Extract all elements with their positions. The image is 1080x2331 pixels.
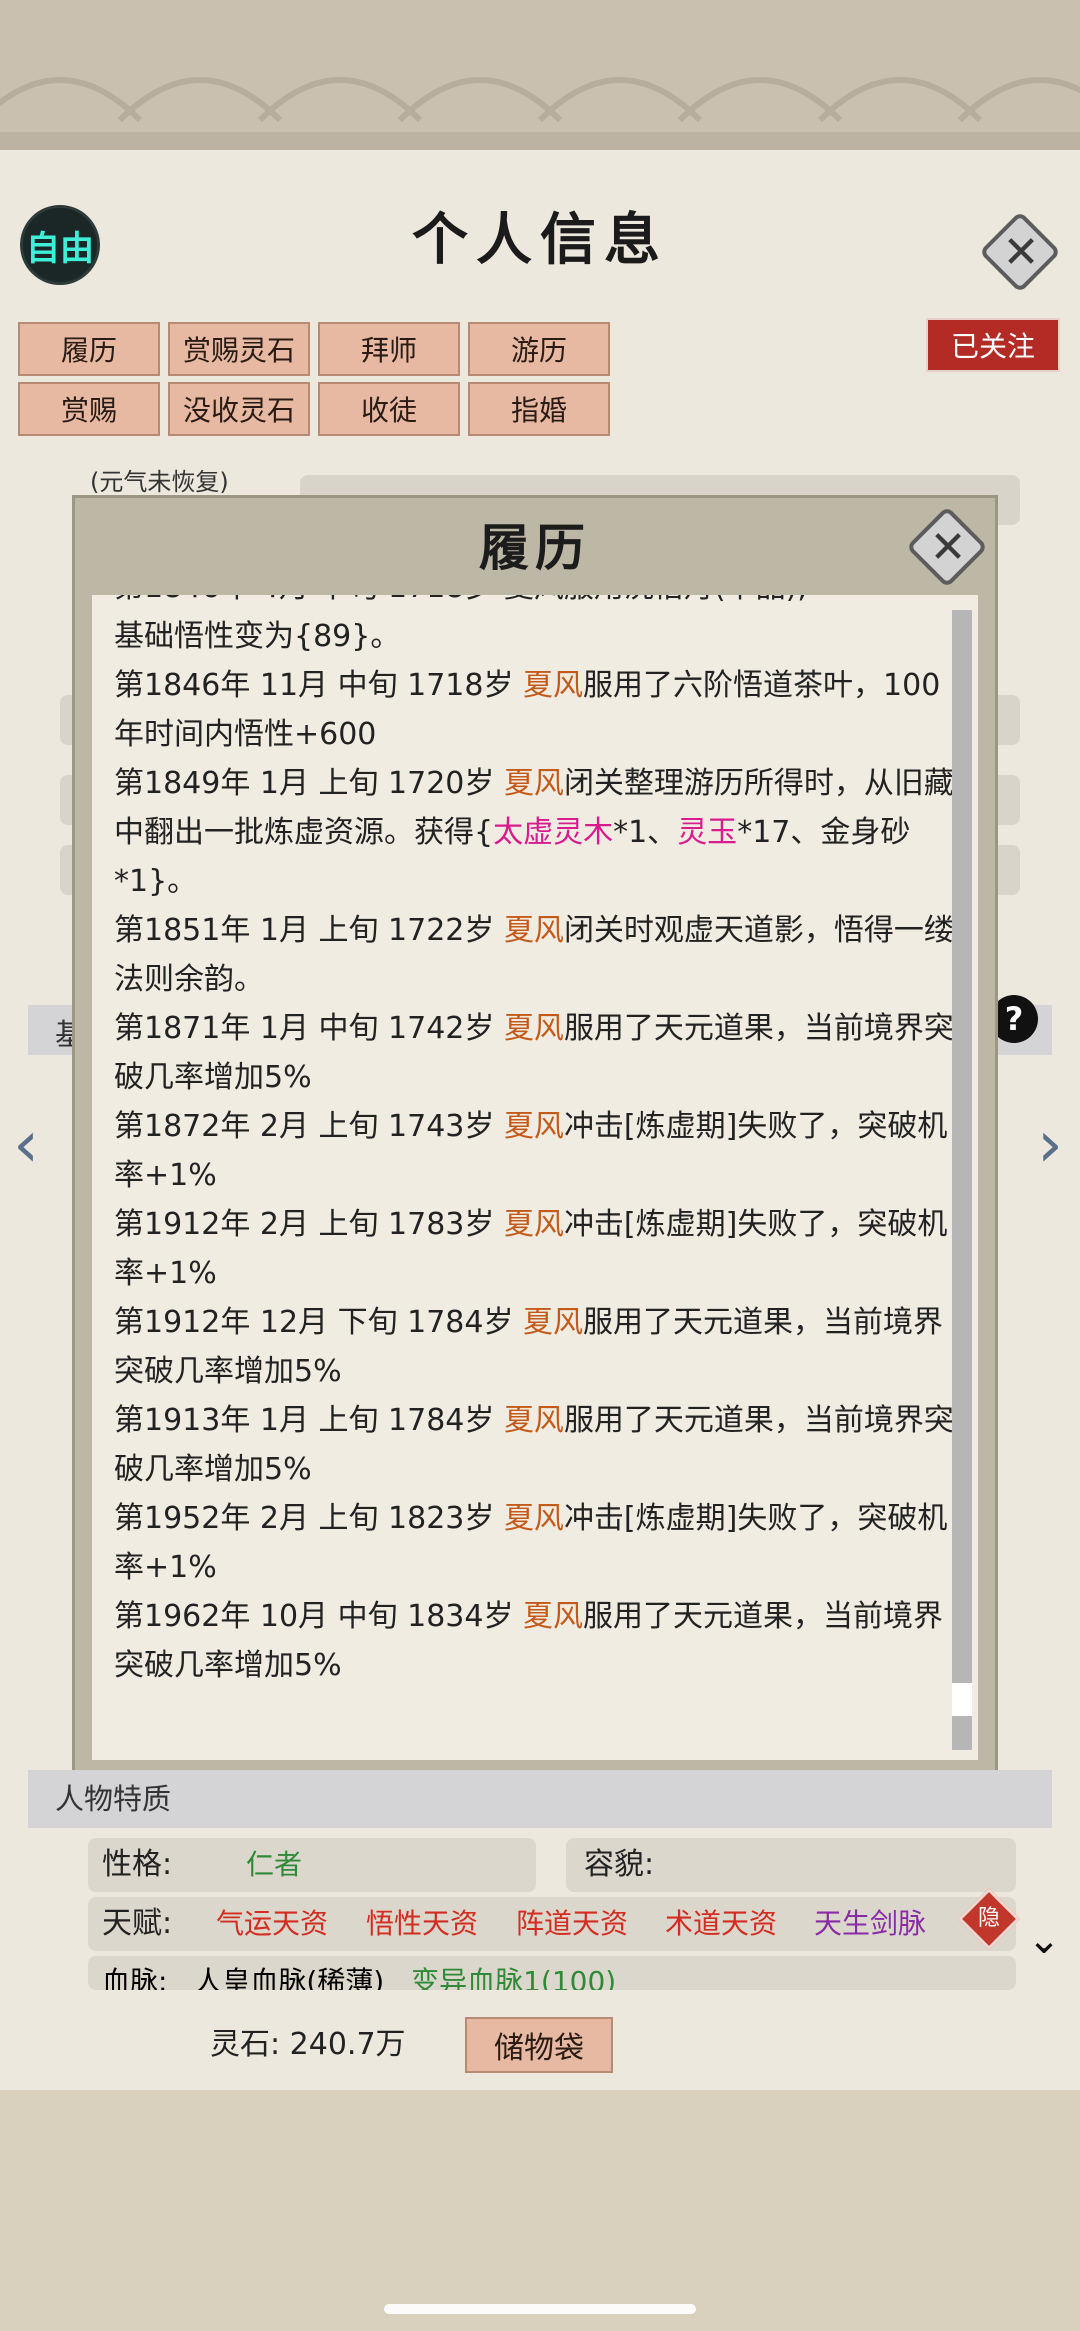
log-text: 第1912年 12月 下旬 1784岁 — [114, 1305, 524, 1340]
talent-label: 天赋: — [102, 1906, 173, 1941]
resume-log-scroll[interactable]: 第1846年 4月 下旬 1718岁 夏风服用洗悟丹(下品), 基础悟性变为{89… — [92, 595, 978, 1760]
log-entry: 第1846年 4月 下旬 1718岁 夏风服用洗悟丹(下品), — [114, 595, 954, 612]
log-entry: 第1871年 1月 中旬 1742岁 夏风服用了天元道果，当前境界突破几率增加5… — [114, 1004, 954, 1102]
log-highlight: 夏风 — [503, 1109, 564, 1144]
log-highlight: 夏风 — [523, 668, 584, 703]
page-title: 个人信息 — [412, 207, 668, 273]
talent-item[interactable]: 阵道天资 — [516, 1897, 628, 1951]
log-entry: 第1912年 12月 下旬 1784岁 夏风服用了天元道果，当前境界突破几率增加… — [114, 1298, 954, 1396]
bloodline-value: 人皇血脉(稀薄) — [194, 1965, 385, 1990]
bloodline-value-2: 变异血脉1(100) — [411, 1965, 617, 1990]
cloud-pattern-icon — [0, 77, 1080, 150]
log-text: 第1846年 11月 中旬 1718岁 — [114, 668, 524, 703]
scrollbar-track[interactable] — [952, 610, 972, 1750]
log-text: 第1912年 2月 上旬 1783岁 — [114, 1207, 504, 1242]
bloodline-label: 血脉: — [102, 1965, 168, 1990]
traits-section-title: 人物特质 — [55, 1782, 172, 1816]
tab-travel[interactable]: 游历 — [468, 322, 610, 376]
log-entry: 第1962年 10月 中旬 1834岁 夏风服用了天元道果，当前境界突破几率增加… — [114, 1592, 954, 1690]
modal-close-button[interactable]: ✕ — [905, 505, 991, 591]
appearance-label: 容貌: — [584, 1847, 655, 1882]
log-text: 第1962年 10月 中旬 1834岁 — [114, 1599, 524, 1634]
modal-title: 履历 — [479, 518, 591, 577]
log-entry: 第1872年 2月 上旬 1743岁 夏风冲击[炼虚期]失败了，突破机率+1% — [114, 1102, 954, 1200]
tab-reward[interactable]: 赏赐 — [18, 382, 160, 436]
personality-label: 性格: — [102, 1847, 173, 1882]
bloodline-row: 血脉: 人皇血脉(稀薄) 变异血脉1(100) — [102, 1962, 1002, 1990]
log-text: 第1851年 1月 上旬 1722岁 — [114, 913, 504, 948]
tab-resume[interactable]: 履历 — [18, 322, 160, 376]
talent-item[interactable]: 术道天资 — [665, 1897, 777, 1951]
log-highlight: 夏风 — [523, 1305, 584, 1340]
tab-reward-stones[interactable]: 赏赐灵石 — [168, 322, 310, 376]
log-highlight: 夏风 — [503, 1501, 564, 1536]
log-text: 第1871年 1月 中旬 1742岁 — [114, 1011, 504, 1046]
top-cloud-band — [0, 0, 1080, 150]
personality-value: 仁者 — [246, 1848, 303, 1881]
traits-section-bar — [28, 1770, 1052, 1828]
tab-take-disciple[interactable]: 收徒 — [318, 382, 460, 436]
close-button[interactable]: ✕ — [978, 210, 1064, 296]
log-highlight: 夏风 — [503, 766, 564, 801]
log-entry: 第1851年 1月 上旬 1722岁 夏风闭关时观虚天道影，悟得一缕法则余韵。 — [114, 906, 954, 1004]
spirit-stone-count: 灵石: 240.7万 — [210, 2027, 406, 2062]
status-note: (元气未恢复) — [90, 468, 229, 496]
log-entry: 基础悟性变为{89}。 — [114, 612, 954, 661]
follow-button[interactable]: 已关注 — [926, 318, 1060, 372]
log-entry: 第1846年 11月 中旬 1718岁 夏风服用了六阶悟道茶叶，100年时间内悟… — [114, 661, 954, 759]
tab-confiscate-stones[interactable]: 没收灵石 — [168, 382, 310, 436]
log-entry: 第1849年 1月 上旬 1720岁 夏风闭关整理游历所得时，从旧藏中翻出一批炼… — [114, 759, 954, 906]
storage-bag-button[interactable]: 储物袋 — [465, 2017, 613, 2073]
log-highlight: 太虚灵木 — [493, 815, 614, 850]
prev-arrow-icon[interactable]: ‹ — [6, 1105, 46, 1185]
log-text: 第1846年 4月 下旬 1718岁 夏风服用洗悟丹(下品), — [114, 595, 807, 605]
resume-log: 第1846年 4月 下旬 1718岁 夏风服用洗悟丹(下品), 基础悟性变为{89… — [114, 595, 954, 1690]
log-text: 第1849年 1月 上旬 1720岁 — [114, 766, 504, 801]
scrollbar-thumb[interactable] — [952, 1683, 972, 1716]
log-highlight: 夏风 — [503, 1011, 564, 1046]
log-text: 基础悟性变为{89}。 — [114, 619, 401, 654]
free-mode-badge[interactable]: 自由 — [20, 205, 100, 285]
bottom-band — [0, 2090, 1080, 2331]
talent-item[interactable]: 天生剑脉 — [814, 1897, 926, 1951]
talent-item[interactable]: 悟性天资 — [366, 1897, 478, 1951]
log-entry: 第1952年 2月 上旬 1823岁 夏风冲击[炼虚期]失败了，突破机率+1% — [114, 1494, 954, 1592]
log-entry: 第1912年 2月 上旬 1783岁 夏风冲击[炼虚期]失败了，突破机率+1% — [114, 1200, 954, 1298]
hide-badge-label: 隐 — [977, 1906, 1000, 1931]
log-highlight: 夏风 — [503, 1403, 564, 1438]
talent-item[interactable]: 气运天资 — [216, 1897, 328, 1951]
tab-arrange-marriage[interactable]: 指婚 — [468, 382, 610, 436]
chevron-down-icon[interactable]: ⌄ — [1016, 1920, 1072, 1960]
log-highlight: 夏风 — [523, 1599, 584, 1634]
log-text: *1、 — [613, 815, 678, 850]
log-highlight: 夏风 — [503, 913, 564, 948]
log-highlight: 灵玉 — [677, 815, 738, 850]
home-indicator[interactable] — [384, 2304, 696, 2314]
log-text: 第1913年 1月 上旬 1784岁 — [114, 1403, 504, 1438]
log-highlight: 夏风 — [503, 1207, 564, 1242]
tab-apprentice[interactable]: 拜师 — [318, 322, 460, 376]
log-text: 第1872年 2月 上旬 1743岁 — [114, 1109, 504, 1144]
log-entry: 第1913年 1月 上旬 1784岁 夏风服用了天元道果，当前境界突破几率增加5… — [114, 1396, 954, 1494]
log-text: 第1952年 2月 上旬 1823岁 — [114, 1501, 504, 1536]
next-arrow-icon[interactable]: › — [1030, 1105, 1070, 1185]
